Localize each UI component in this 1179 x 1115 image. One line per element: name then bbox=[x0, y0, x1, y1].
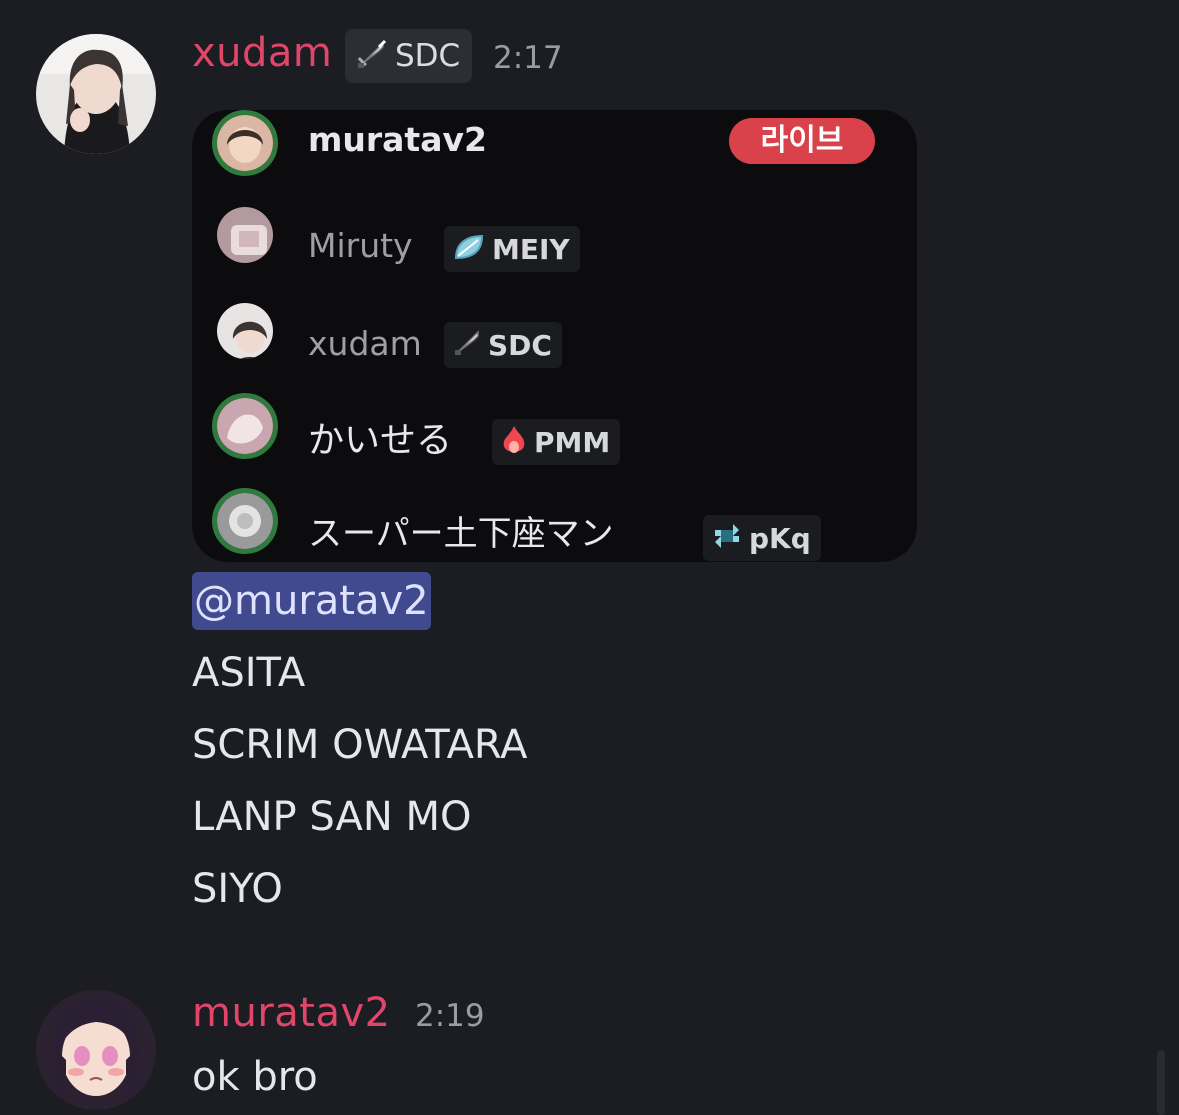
member-tag-label: pKq bbox=[749, 521, 811, 555]
avatar bbox=[212, 393, 278, 459]
member-tag-label: SDC bbox=[488, 328, 552, 362]
member-name: かいせる bbox=[308, 420, 453, 461]
message-line: LANP SAN MO bbox=[192, 794, 472, 840]
member-tag: SDC bbox=[444, 322, 562, 368]
member-tag-label: MEIY bbox=[492, 232, 570, 266]
message-line: SCRIM OWATARA bbox=[192, 722, 528, 768]
message-line: ok bro bbox=[192, 1054, 318, 1100]
server-tag[interactable]: SDC bbox=[345, 29, 473, 83]
avatar bbox=[212, 202, 278, 268]
timestamp[interactable]: 2:19 bbox=[415, 998, 485, 1034]
server-tag-label: SDC bbox=[395, 38, 461, 74]
voice-member-row: xudam SDC bbox=[192, 298, 917, 378]
message-line: SIYO bbox=[192, 866, 283, 912]
member-name: Miruty bbox=[308, 226, 413, 265]
author-name[interactable]: muratav2 bbox=[192, 990, 391, 1036]
avatar-xudam[interactable] bbox=[36, 34, 156, 154]
leaf-icon bbox=[452, 232, 486, 266]
voice-member-row: かいせる PMM bbox=[192, 393, 917, 473]
user-mention[interactable]: @muratav2 bbox=[192, 572, 431, 630]
timestamp[interactable]: 2:17 bbox=[493, 40, 563, 76]
avatar bbox=[212, 110, 278, 176]
member-tag: PMM bbox=[492, 419, 621, 465]
member-tag: pKq bbox=[703, 515, 821, 561]
scrollbar[interactable] bbox=[1157, 1050, 1165, 1115]
message-line: ASITA bbox=[192, 650, 306, 696]
member-name: スーパー土下座マン bbox=[308, 514, 614, 554]
knot-icon bbox=[711, 520, 743, 556]
sword-icon bbox=[452, 328, 482, 362]
voice-member-row: Miruty MEIY bbox=[192, 202, 917, 282]
member-name: xudam bbox=[308, 324, 422, 363]
live-badge: 라이브 bbox=[729, 118, 875, 164]
avatar-muratav2[interactable] bbox=[36, 990, 156, 1110]
member-name: muratav2 bbox=[308, 120, 487, 159]
avatar bbox=[212, 298, 278, 364]
fire-icon bbox=[500, 424, 528, 460]
member-tag: MEIY bbox=[444, 226, 580, 272]
voice-member-row: muratav2 라이브 bbox=[192, 110, 917, 190]
author-name[interactable]: xudam bbox=[192, 30, 332, 76]
embedded-screenshot[interactable]: muratav2 라이브 Miruty MEIY xudam SDC かいせる … bbox=[192, 110, 917, 562]
member-tag-label: PMM bbox=[534, 425, 611, 459]
sword-icon bbox=[355, 37, 389, 75]
avatar bbox=[212, 488, 278, 554]
voice-member-row: スーパー土下座マン pKq bbox=[192, 488, 917, 562]
